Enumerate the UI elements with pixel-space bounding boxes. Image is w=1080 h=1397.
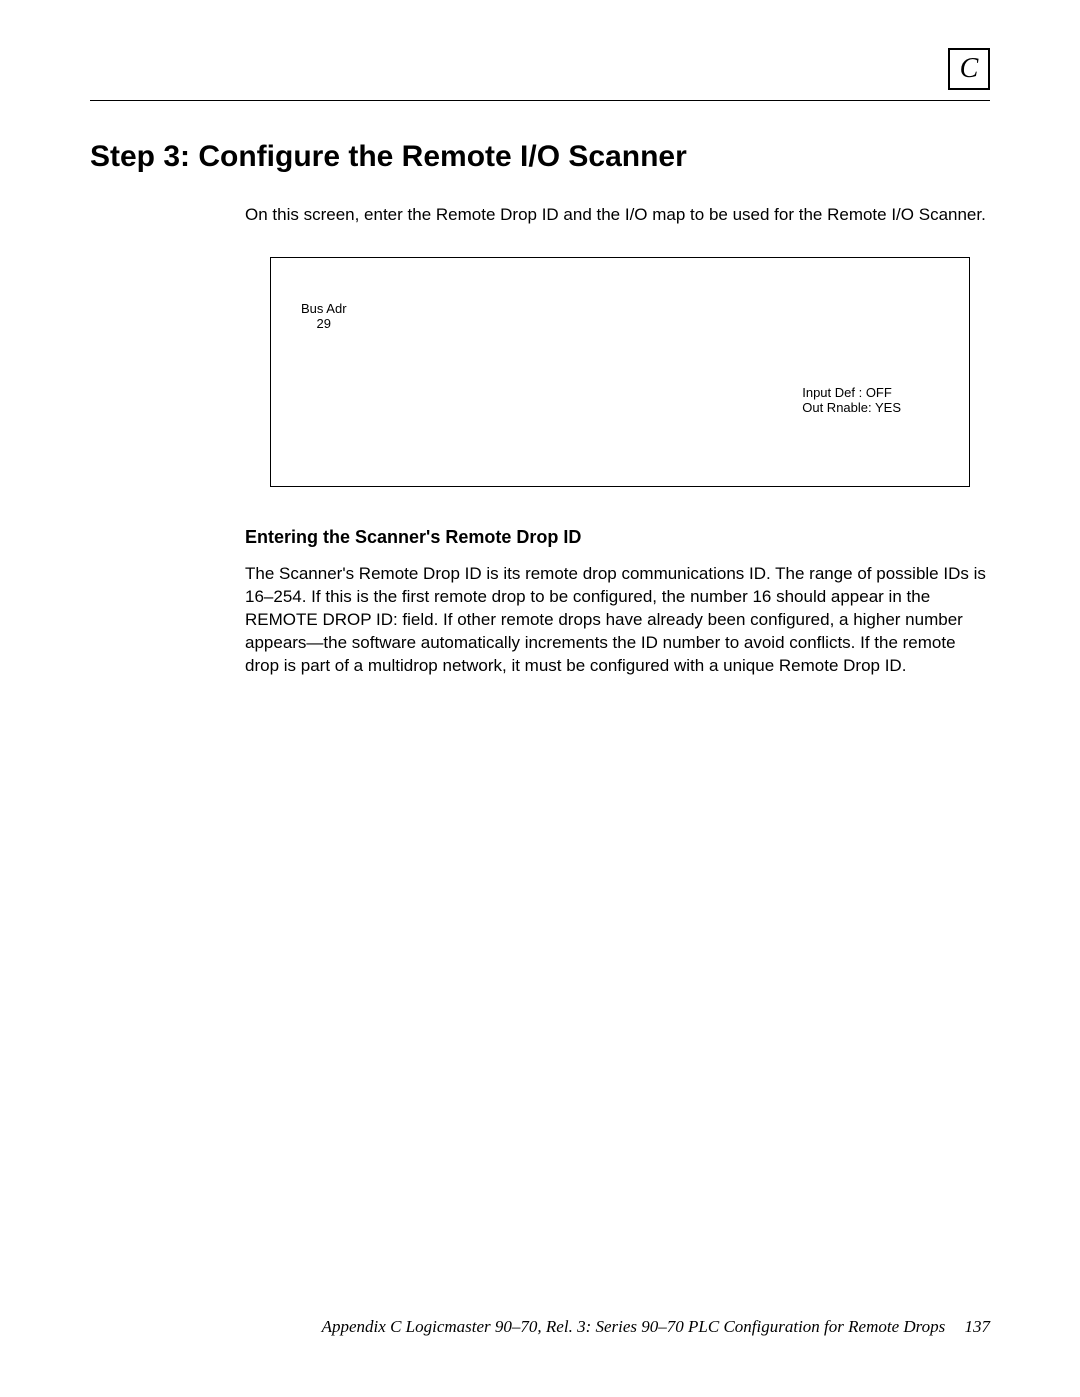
intro-paragraph: On this screen, enter the Remote Drop ID… xyxy=(245,204,990,227)
main-content: Step 3: Configure the Remote I/O Scanner… xyxy=(90,140,990,678)
section-title: Step 3: Configure the Remote I/O Scanner xyxy=(90,140,990,174)
bus-adr-value: 29 xyxy=(301,317,347,332)
footer-text: Appendix C Logicmaster 90–70, Rel. 3: Se… xyxy=(322,1317,946,1336)
appendix-letter: C xyxy=(960,53,979,85)
input-def-line: Input Def : OFF xyxy=(802,386,901,401)
header-divider xyxy=(90,100,990,101)
appendix-badge: C xyxy=(948,48,990,90)
sub-heading: Entering the Scanner's Remote Drop ID xyxy=(245,527,990,548)
io-settings-block: Input Def : OFF Out Rnable: YES xyxy=(802,386,901,416)
out-rnable-line: Out Rnable: YES xyxy=(802,401,901,416)
bus-adr-label: Bus Adr xyxy=(301,302,347,317)
screen-mockup-box: Bus Adr 29 Input Def : OFF Out Rnable: Y… xyxy=(270,257,970,487)
body-paragraph: The Scanner's Remote Drop ID is its remo… xyxy=(245,563,990,678)
bus-adr-block: Bus Adr 29 xyxy=(301,302,347,332)
page-number: 137 xyxy=(965,1317,991,1336)
page-footer: Appendix C Logicmaster 90–70, Rel. 3: Se… xyxy=(90,1317,990,1337)
